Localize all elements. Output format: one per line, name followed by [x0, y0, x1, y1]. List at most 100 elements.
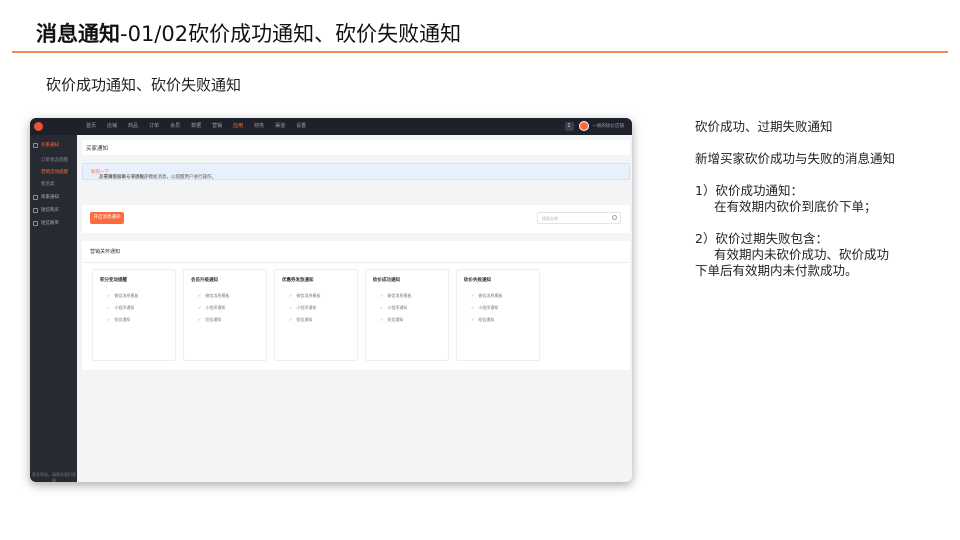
slide: 消息通知-01/02砍价成功通知、砍价失败通知 砍价成功通知、砍价失败通知 首页… — [0, 0, 960, 540]
search-input[interactable]: 搜索名称 — [537, 212, 621, 224]
card-title: 砍价失败通知 — [464, 278, 491, 283]
note-item-1-title: 1）砍价成功通知： — [695, 183, 803, 198]
page-title: 买家通知 — [86, 146, 109, 152]
note-line-2: 新增买家砍价成功与失败的消息通知 — [695, 151, 896, 166]
card-channel-item[interactable]: ✓ 微信消息模板 — [198, 293, 229, 299]
info-banner: 基于微信公众号或小程序模板消息，以提醒用户进行操作， 如何一下 ，或请参照第一下模板… — [82, 163, 630, 180]
card-channel-label: 短信通知 — [478, 317, 495, 322]
check-icon: ✓ — [380, 317, 384, 322]
card-channel-label: 小程序通知 — [296, 305, 317, 310]
card-title: 优惠券发放通知 — [282, 278, 314, 283]
sidebar-subitem-order[interactable]: 订单状态提醒 — [41, 157, 68, 163]
note-item-2-title: 2）砍价过期失败包含： — [695, 231, 828, 246]
card-channel-item[interactable]: ✓ 短信通知 — [289, 317, 312, 323]
message-icon — [33, 207, 38, 213]
nav-item[interactable]: 渠道 — [275, 118, 285, 135]
nav-item[interactable]: 营销 — [212, 118, 222, 135]
search-icon[interactable] — [612, 215, 617, 220]
panel-divider — [82, 262, 630, 263]
list-icon — [33, 220, 38, 226]
card-title: 积分变动提醒 — [100, 278, 127, 283]
banner-text-after: ，或请参照第一下模板。 — [99, 175, 149, 180]
card-channel-label: 小程序通知 — [387, 305, 408, 310]
sidebar-item-sms-bill[interactable]: 短信账单 — [33, 220, 59, 226]
card-channel-label: 短信通知 — [296, 317, 313, 322]
sidebar-item-label: 商家通知 — [41, 195, 59, 200]
card-title: 会员升级通知 — [191, 278, 218, 283]
main-nav: 首页 店铺 商品 订单 会员 数据 营销 应用 财务 渠道 设置 — [86, 118, 317, 135]
card-channel-label: 短信通知 — [114, 317, 131, 322]
sidebar-item-label: 买家通知 — [41, 143, 59, 148]
card-channel-item[interactable]: ✓ 小程序通知 — [380, 305, 407, 311]
card-channel-item[interactable]: ✓ 小程序通知 — [471, 305, 498, 311]
note-item-2-body-1: 有效期内未砍价成功、砍价成功 — [714, 247, 890, 262]
panel-title: 营销关怀通知 — [90, 249, 121, 255]
card-channel-label: 微信消息模板 — [296, 293, 321, 298]
card-channel-item[interactable]: ✓ 小程序通知 — [107, 305, 134, 311]
card-channel-item[interactable]: ✓ 微信消息模板 — [289, 293, 320, 299]
store-name[interactable]: 一帆的砍价店铺 — [593, 123, 625, 129]
notification-badge[interactable]: 1 — [564, 121, 574, 131]
search-placeholder: 搜索名称 — [542, 216, 558, 221]
nav-item[interactable]: 商品 — [128, 118, 138, 135]
nav-item[interactable]: 店铺 — [107, 118, 117, 135]
sidebar-subitem-aftersale[interactable]: 售后类 — [41, 181, 55, 187]
nav-item[interactable]: 应用 — [233, 118, 243, 135]
card-channel-label: 小程序通知 — [205, 305, 226, 310]
store-icon — [33, 194, 38, 200]
sidebar-item-merchant-notice[interactable]: 商家通知 — [33, 194, 59, 200]
card-channel-item[interactable]: ✓ 短信通知 — [380, 317, 403, 323]
logo-icon — [34, 122, 43, 131]
card-channel-label: 小程序通知 — [478, 305, 499, 310]
check-icon: ✓ — [471, 305, 475, 310]
check-icon: ✓ — [289, 317, 293, 322]
sidebar: 买家通知 订单状态提醒 营销活动提醒 售后类 商家通知 短信购买 短信账单 更多… — [30, 135, 77, 482]
card-channel-item[interactable]: ✓ 小程序通知 — [198, 305, 225, 311]
check-icon: ✓ — [471, 293, 475, 298]
info-banner-text: 基于微信公众号或小程序模板消息，以提醒用户进行操作， 如何一下 ，或请参照第一下模板… — [91, 169, 216, 180]
notification-card[interactable]: 会员升级通知 ✓ 微信消息模板 ✓ 小程序通知 ✓ 短信通知 — [183, 269, 267, 361]
card-channel-label: 微信消息模板 — [114, 293, 139, 298]
card-channel-label: 小程序通知 — [114, 305, 135, 310]
nav-item[interactable]: 设置 — [296, 118, 306, 135]
card-channel-label: 短信通知 — [205, 317, 222, 322]
notification-card[interactable]: 砍价失败通知 ✓ 微信消息模板 ✓ 小程序通知 ✓ 短信通知 — [456, 269, 540, 361]
main-content: 买家通知 基于微信公众号或小程序模板消息，以提醒用户进行操作， 如何一下 ，或请参照… — [77, 135, 632, 482]
sidebar-item-label: 短信账单 — [41, 221, 59, 226]
notes: 砍价成功、过期失败通知 新增买家砍价成功与失败的消息通知 1）砍价成功通知： 在… — [695, 119, 925, 279]
top-right-area: 1 一帆的砍价店铺 — [564, 121, 625, 131]
sidebar-item-buyer-notice[interactable]: 买家通知 — [33, 142, 59, 148]
enable-notification-button[interactable]: 开启消息通知 — [90, 212, 124, 224]
check-icon: ✓ — [289, 305, 293, 310]
avatar[interactable] — [578, 121, 589, 131]
slide-subheading: 砍价成功通知、砍价失败通知 — [46, 76, 242, 94]
sidebar-subitem-marketing[interactable]: 营销活动提醒 — [41, 169, 68, 175]
slide-title-bold: 消息通知 — [36, 22, 120, 46]
nav-item[interactable]: 会员 — [170, 118, 180, 135]
nav-item[interactable]: 首页 — [86, 118, 96, 135]
check-icon: ✓ — [289, 293, 293, 298]
card-channel-item[interactable]: ✓ 微信消息模板 — [471, 293, 502, 299]
card-channel-item[interactable]: ✓ 微信消息模板 — [107, 293, 138, 299]
bell-icon — [33, 142, 38, 148]
card-channel-item[interactable]: ✓ 小程序通知 — [289, 305, 316, 311]
nav-item[interactable]: 订单 — [149, 118, 159, 135]
notification-card[interactable]: 积分变动提醒 ✓ 微信消息模板 ✓ 小程序通知 ✓ 短信通知 — [92, 269, 176, 361]
sidebar-footer: 更多帮助，请联系我们客服 — [32, 472, 76, 482]
card-channel-item[interactable]: ✓ 短信通知 — [471, 317, 494, 323]
check-icon: ✓ — [107, 293, 111, 298]
check-icon: ✓ — [380, 305, 384, 310]
card-channel-label: 短信通知 — [387, 317, 404, 322]
nav-item[interactable]: 数据 — [191, 118, 201, 135]
check-icon: ✓ — [471, 317, 475, 322]
notification-card[interactable]: 砍价成功通知 ✓ 微信消息模板 ✓ 小程序通知 ✓ 短信通知 — [365, 269, 449, 361]
card-channel-item[interactable]: ✓ 短信通知 — [107, 317, 130, 323]
note-item-1-body: 在有效期内砍价到底价下单； — [714, 199, 877, 214]
nav-item[interactable]: 财务 — [254, 118, 264, 135]
card-channel-item[interactable]: ✓ 微信消息模板 — [380, 293, 411, 299]
card-channel-item[interactable]: ✓ 短信通知 — [198, 317, 221, 323]
card-title: 砍价成功通知 — [373, 278, 400, 283]
check-icon: ✓ — [198, 317, 202, 322]
sidebar-item-sms-purchase[interactable]: 短信购买 — [33, 207, 59, 213]
notification-card[interactable]: 优惠券发放通知 ✓ 微信消息模板 ✓ 小程序通知 ✓ 短信通知 — [274, 269, 358, 361]
